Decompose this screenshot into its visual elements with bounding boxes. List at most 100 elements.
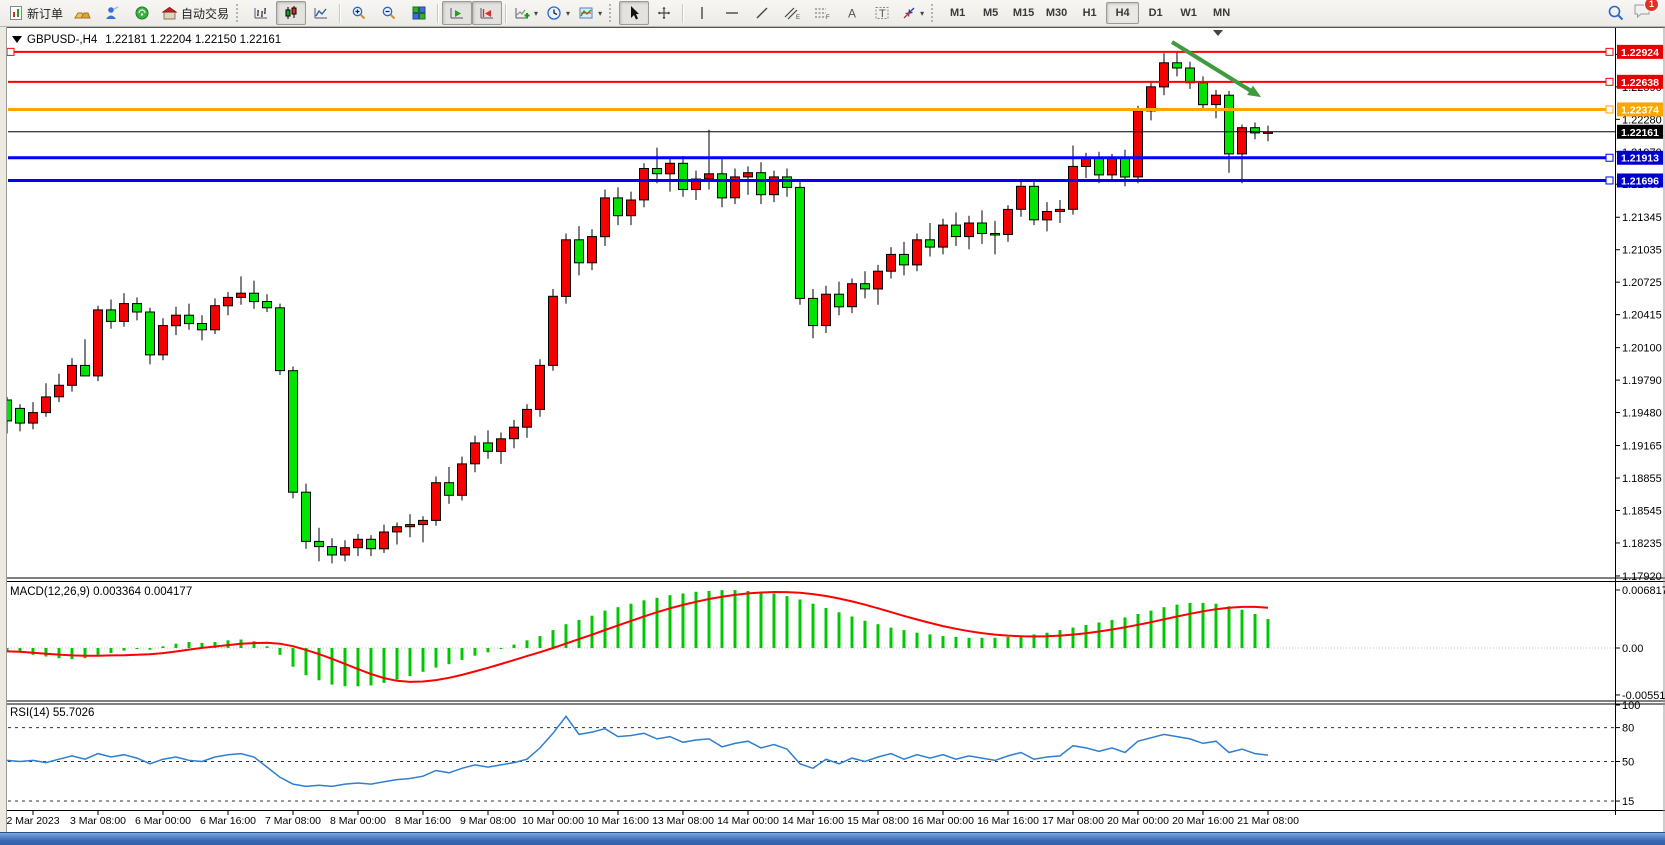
price-tick-label: 1.21345 xyxy=(1622,212,1662,224)
indicators-button[interactable]: ▾ xyxy=(510,1,542,25)
macd-bar xyxy=(448,648,451,664)
macd-bar xyxy=(526,640,529,648)
candle xyxy=(523,404,532,438)
chart-area[interactable]: 1.229001.225901.222801.219701.216601.213… xyxy=(0,27,1665,832)
macd-bar xyxy=(409,648,412,676)
candle xyxy=(133,297,142,320)
tf-W1[interactable]: W1 xyxy=(1172,2,1205,24)
autotrade-button[interactable]: 自动交易 xyxy=(157,1,233,25)
tf-M30[interactable]: M30 xyxy=(1040,2,1073,24)
label-tool-button[interactable]: T xyxy=(867,1,897,25)
date-label[interactable]: 9 Mar 08:00 xyxy=(460,815,516,827)
hline-tool-button[interactable] xyxy=(717,1,747,25)
tf-M15[interactable]: M15 xyxy=(1007,2,1040,24)
date-label[interactable]: 2 Mar 2023 xyxy=(6,815,59,827)
tile-windows-button[interactable] xyxy=(404,1,434,25)
profile-button[interactable] xyxy=(97,1,127,25)
signals-button[interactable] xyxy=(127,1,157,25)
rsi-tick-label: 15 xyxy=(1622,796,1634,808)
text-tool-button[interactable]: A xyxy=(837,1,867,25)
hline-handle[interactable] xyxy=(1606,106,1613,113)
rsi-tick-label: 100 xyxy=(1622,700,1640,712)
date-label[interactable]: 20 Mar 16:00 xyxy=(1172,815,1234,827)
notifications-button[interactable]: 1 xyxy=(1633,2,1653,25)
chart-shift-marker[interactable] xyxy=(1213,30,1223,36)
candle xyxy=(731,169,740,205)
cursor-button[interactable] xyxy=(619,1,649,25)
date-label[interactable]: 16 Mar 16:00 xyxy=(977,815,1039,827)
date-label[interactable]: 8 Mar 16:00 xyxy=(395,815,451,827)
tf-M1[interactable]: M1 xyxy=(941,2,974,24)
vline-tool-button[interactable] xyxy=(687,1,717,25)
hline-handle[interactable] xyxy=(1606,154,1613,161)
fibonacci-tool-button[interactable]: F xyxy=(807,1,837,25)
candle xyxy=(627,192,636,226)
hline-handle[interactable] xyxy=(1606,177,1613,184)
candle xyxy=(965,216,974,250)
macd-bar xyxy=(1059,630,1062,648)
date-label[interactable]: 15 Mar 08:00 xyxy=(847,815,909,827)
tf-M5[interactable]: M5 xyxy=(974,2,1007,24)
candle xyxy=(315,528,324,562)
candle xyxy=(341,540,350,561)
line-chart-icon xyxy=(313,5,329,21)
date-label[interactable]: 21 Mar 08:00 xyxy=(1237,815,1299,827)
macd-bar xyxy=(461,648,464,660)
hline-handle[interactable] xyxy=(1606,48,1613,55)
candle xyxy=(848,279,857,314)
hline-handle[interactable] xyxy=(7,48,14,55)
line-chart-button[interactable] xyxy=(306,1,336,25)
channel-tool-button[interactable]: E xyxy=(777,1,807,25)
auto-scroll-button[interactable] xyxy=(442,1,472,25)
tf-D1[interactable]: D1 xyxy=(1139,2,1172,24)
zoom-out-button[interactable] xyxy=(374,1,404,25)
symbol-dropdown-icon[interactable] xyxy=(12,36,22,43)
candle xyxy=(380,525,389,553)
date-label[interactable]: 20 Mar 00:00 xyxy=(1107,815,1169,827)
macd-bar xyxy=(747,591,750,648)
candle xyxy=(1173,51,1182,76)
candle xyxy=(783,169,792,197)
date-label[interactable]: 16 Mar 00:00 xyxy=(912,815,974,827)
crosshair-button[interactable] xyxy=(649,1,679,25)
templates-button[interactable]: ▾ xyxy=(574,1,606,25)
arrows-tool-button[interactable]: ▾ xyxy=(897,1,928,25)
date-label[interactable]: 10 Mar 16:00 xyxy=(587,815,649,827)
bar-chart-button[interactable] xyxy=(246,1,276,25)
hline-handle[interactable] xyxy=(1606,78,1613,85)
signal-globe-icon xyxy=(134,5,150,21)
date-label[interactable]: 14 Mar 16:00 xyxy=(782,815,844,827)
date-label[interactable]: 10 Mar 00:00 xyxy=(522,815,584,827)
candle-chart-button[interactable] xyxy=(276,1,306,25)
trend-arrow[interactable] xyxy=(1172,42,1256,94)
date-label[interactable]: 8 Mar 00:00 xyxy=(330,815,386,827)
new-order-button[interactable]: 新订单 xyxy=(4,1,67,25)
zoom-in-button[interactable] xyxy=(344,1,374,25)
date-label[interactable]: 3 Mar 08:00 xyxy=(70,815,126,827)
toolbar-separator xyxy=(339,4,341,23)
tf-H4[interactable]: H4 xyxy=(1106,2,1139,24)
date-label[interactable]: 13 Mar 08:00 xyxy=(652,815,714,827)
date-label[interactable]: 14 Mar 00:00 xyxy=(717,815,779,827)
candle xyxy=(94,306,103,381)
macd-bar xyxy=(1163,607,1166,648)
periods-button[interactable]: ▾ xyxy=(542,1,574,25)
macd-tick-label: 0.00 xyxy=(1622,643,1643,655)
tf-H1[interactable]: H1 xyxy=(1073,2,1106,24)
date-label[interactable]: 7 Mar 08:00 xyxy=(265,815,321,827)
chart-shift-button[interactable] xyxy=(472,1,502,25)
date-label[interactable]: 6 Mar 00:00 xyxy=(135,815,191,827)
search-icon[interactable] xyxy=(1607,4,1625,22)
autotrade-icon xyxy=(161,5,178,21)
candle xyxy=(55,374,64,402)
trendline-tool-button[interactable] xyxy=(747,1,777,25)
date-label[interactable]: 17 Mar 08:00 xyxy=(1042,815,1104,827)
macd-bar xyxy=(734,590,737,648)
candle xyxy=(978,210,987,244)
tf-MN[interactable]: MN xyxy=(1205,2,1238,24)
price-tick-label: 1.21035 xyxy=(1622,245,1662,257)
candle xyxy=(991,221,1000,255)
macd-bar xyxy=(370,648,373,685)
market-watch-button[interactable] xyxy=(67,1,97,25)
date-label[interactable]: 6 Mar 16:00 xyxy=(200,815,256,827)
